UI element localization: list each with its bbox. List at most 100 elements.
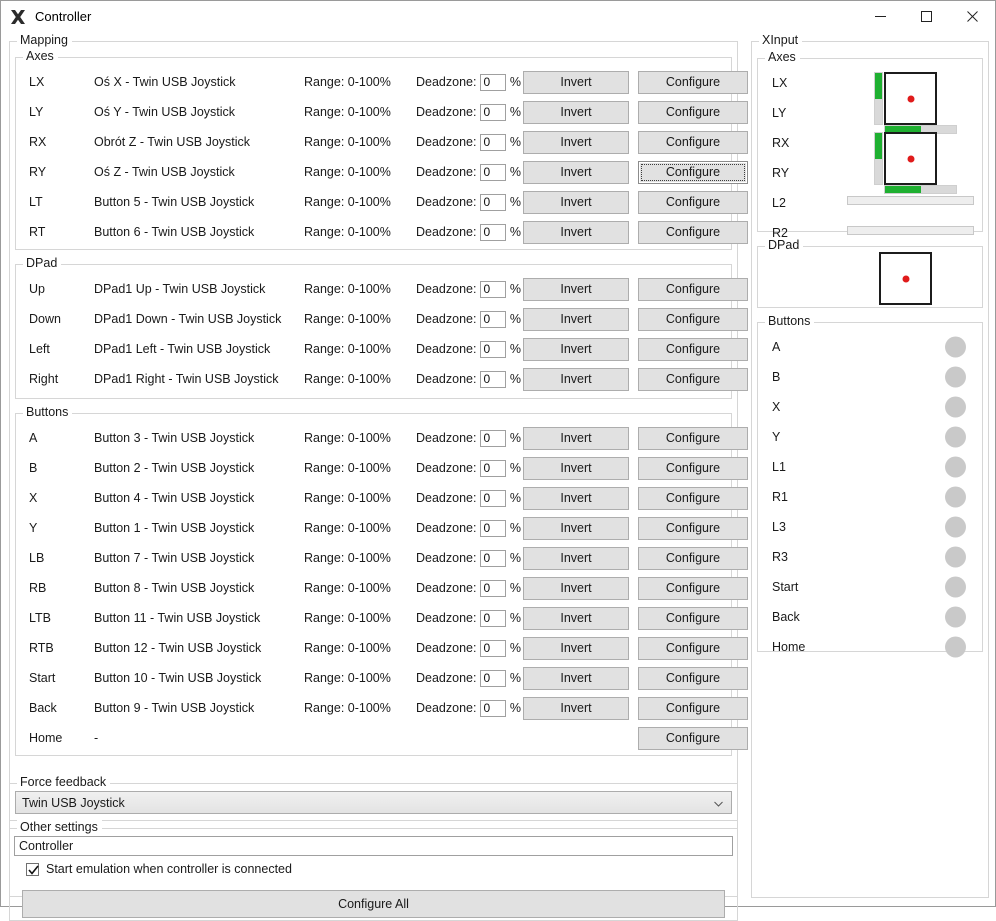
invert-button[interactable]: Invert [523, 308, 629, 331]
deadzone-label: Deadzone: [416, 671, 476, 685]
configure-button-label: Configure [666, 312, 720, 326]
configure-all-button[interactable]: Configure All [22, 890, 725, 918]
start-emulation-row[interactable]: Start emulation when controller is conne… [26, 862, 737, 876]
configure-button[interactable]: Configure [638, 278, 748, 301]
configure-button[interactable]: Configure [638, 547, 748, 570]
deadzone-input[interactable]: 0 [480, 194, 505, 211]
deadzone-input[interactable]: 0 [480, 610, 505, 627]
deadzone-input[interactable]: 0 [480, 580, 505, 597]
maximize-icon[interactable] [903, 1, 949, 32]
deadzone-input[interactable]: 0 [480, 164, 505, 181]
xinput-axis-label: L2 [772, 196, 786, 210]
invert-button[interactable]: Invert [523, 278, 629, 301]
configure-button[interactable]: Configure [638, 517, 748, 540]
invert-button[interactable]: Invert [523, 697, 629, 720]
deadzone-percent-label: % [510, 312, 521, 326]
configure-button[interactable]: Configure [638, 191, 748, 214]
controller-name-input[interactable]: Controller [14, 836, 733, 856]
xinput-button-label: L3 [772, 520, 786, 534]
mapping-row-deadzone: Deadzone:0% [416, 134, 521, 151]
configure-button[interactable]: Configure [638, 308, 748, 331]
deadzone-input[interactable]: 0 [480, 134, 505, 151]
deadzone-input[interactable]: 0 [480, 490, 505, 507]
mapping-row-range: Range: 0-100% [304, 551, 416, 565]
xinput-button-indicator [945, 367, 966, 388]
mapping-row-range: Range: 0-100% [304, 312, 416, 326]
configure-button[interactable]: Configure [638, 161, 748, 184]
force-feedback-device-select[interactable]: Twin USB Joystick [15, 791, 732, 814]
configure-button[interactable]: Configure [638, 637, 748, 660]
deadzone-label: Deadzone: [416, 165, 476, 179]
invert-button-label: Invert [560, 282, 591, 296]
configure-button[interactable]: Configure [638, 667, 748, 690]
deadzone-input[interactable]: 0 [480, 281, 505, 298]
configure-button[interactable]: Configure [638, 487, 748, 510]
invert-button[interactable]: Invert [523, 577, 629, 600]
configure-button[interactable]: Configure [638, 101, 748, 124]
deadzone-input[interactable]: 0 [480, 371, 505, 388]
invert-button[interactable]: Invert [523, 101, 629, 124]
mapping-row-range: Range: 0-100% [304, 491, 416, 505]
mapping-row: Home-Configure [16, 723, 731, 753]
invert-button-label: Invert [560, 461, 591, 475]
configure-button[interactable]: Configure [638, 457, 748, 480]
deadzone-input[interactable]: 0 [480, 640, 505, 657]
invert-button[interactable]: Invert [523, 161, 629, 184]
mapping-row: UpDPad1 Up - Twin USB JoystickRange: 0-1… [16, 274, 731, 304]
configure-button[interactable]: Configure [638, 577, 748, 600]
start-emulation-checkbox[interactable] [26, 863, 39, 876]
deadzone-input[interactable]: 0 [480, 104, 505, 121]
deadzone-input[interactable]: 0 [480, 670, 505, 687]
deadzone-input[interactable]: 0 [480, 520, 505, 537]
mapping-row-source: Oś Y - Twin USB Joystick [94, 105, 304, 119]
mapping-row-deadzone: Deadzone:0% [416, 164, 521, 181]
xinput-buttons-rows: ABXYL1R1L3R3StartBackHome [758, 323, 982, 662]
invert-button[interactable]: Invert [523, 427, 629, 450]
configure-button[interactable]: Configure [638, 727, 748, 750]
mapping-row-key: Left [16, 342, 94, 356]
invert-button[interactable]: Invert [523, 487, 629, 510]
deadzone-input[interactable]: 0 [480, 430, 505, 447]
mapping-row-range: Range: 0-100% [304, 521, 416, 535]
configure-button-label: Configure [666, 491, 720, 505]
mapping-row-key: A [16, 431, 94, 445]
deadzone-input[interactable]: 0 [480, 460, 505, 477]
configure-button-label: Configure [666, 521, 720, 535]
invert-button[interactable]: Invert [523, 547, 629, 570]
invert-button[interactable]: Invert [523, 221, 629, 244]
configure-button[interactable]: Configure [638, 71, 748, 94]
deadzone-input[interactable]: 0 [480, 550, 505, 567]
invert-button[interactable]: Invert [523, 517, 629, 540]
deadzone-input[interactable]: 0 [480, 700, 505, 717]
invert-button[interactable]: Invert [523, 338, 629, 361]
configure-button[interactable]: Configure [638, 131, 748, 154]
configure-button[interactable]: Configure [638, 427, 748, 450]
deadzone-input[interactable]: 0 [480, 224, 505, 241]
invert-button[interactable]: Invert [523, 191, 629, 214]
deadzone-input[interactable]: 0 [480, 74, 505, 91]
configure-button[interactable]: Configure [638, 368, 748, 391]
xinput-buttons-group: Buttons ABXYL1R1L3R3StartBackHome [757, 322, 983, 652]
mapping-row: RBButton 8 - Twin USB JoystickRange: 0-1… [16, 573, 731, 603]
mapping-row: RTBButton 12 - Twin USB JoystickRange: 0… [16, 633, 731, 663]
minimize-icon[interactable] [857, 1, 903, 32]
configure-button[interactable]: Configure [638, 697, 748, 720]
x-logo-icon [10, 9, 26, 25]
configure-button[interactable]: Configure [638, 221, 748, 244]
invert-button[interactable]: Invert [523, 71, 629, 94]
invert-button[interactable]: Invert [523, 637, 629, 660]
invert-button[interactable]: Invert [523, 368, 629, 391]
dpad-group: DPad UpDPad1 Up - Twin USB JoystickRange… [15, 264, 732, 399]
configure-button[interactable]: Configure [638, 607, 748, 630]
mapping-row-source: Obrót Z - Twin USB Joystick [94, 135, 304, 149]
close-icon[interactable] [949, 1, 995, 32]
invert-button[interactable]: Invert [523, 457, 629, 480]
deadzone-input[interactable]: 0 [480, 311, 505, 328]
configure-button[interactable]: Configure [638, 338, 748, 361]
mapping-row-source: Button 3 - Twin USB Joystick [94, 431, 304, 445]
invert-button[interactable]: Invert [523, 131, 629, 154]
deadzone-input[interactable]: 0 [480, 341, 505, 358]
invert-button[interactable]: Invert [523, 667, 629, 690]
invert-button[interactable]: Invert [523, 607, 629, 630]
xinput-axes-title: Axes [765, 50, 800, 64]
